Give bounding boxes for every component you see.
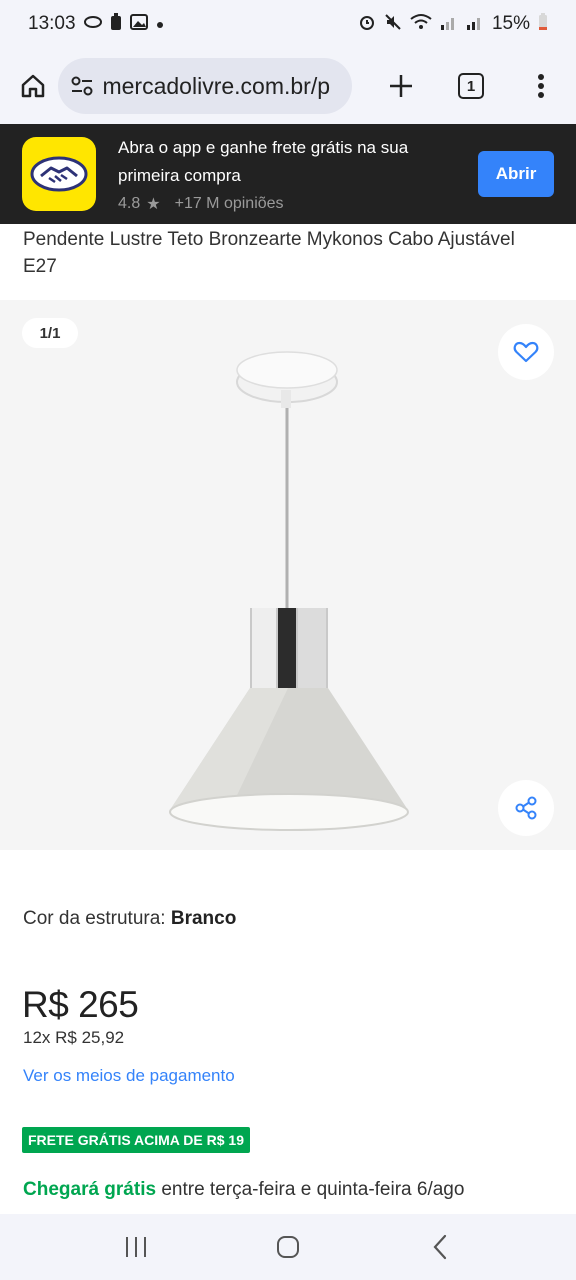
page: 13:03 15% mercadolivre.com.br/p 1 Abra o…: [0, 0, 576, 1280]
free-shipping-badge: FRETE GRÁTIS ACIMA DE R$ 19: [22, 1127, 250, 1153]
payment-methods-link[interactable]: Ver os meios de pagamento: [23, 1066, 235, 1086]
image-icon: [129, 14, 148, 34]
delivery-info: Chegará grátis entre terça-feira e quint…: [23, 1179, 464, 1201]
status-time: 13:03: [28, 13, 76, 34]
star-icon: ★: [146, 196, 161, 213]
app-rating: 4.8: [118, 195, 141, 212]
favorite-button[interactable]: [498, 324, 554, 380]
recent-apps-button[interactable]: [101, 1222, 171, 1272]
new-tab-button[interactable]: [366, 60, 436, 112]
delivery-text: entre terça-feira e quinta-feira 6/ago: [156, 1179, 465, 1200]
banner-meta: 4.8 ★ +17 M opiniões: [118, 194, 468, 214]
plus-icon: [390, 75, 412, 97]
image-counter: 1/1: [22, 318, 78, 348]
dot-icon: [156, 16, 164, 33]
more-vert-icon: [538, 74, 544, 98]
home-button[interactable]: [8, 60, 58, 112]
app-download-banner: Abra o app e ganhe frete grátis na sua p…: [0, 124, 576, 224]
whatsapp-icon: [83, 14, 102, 34]
variant-selector[interactable]: Cor da estrutura: Branco: [23, 908, 236, 930]
mute-icon: [384, 13, 402, 35]
battery-saver-icon: [110, 13, 122, 35]
home-icon: [21, 74, 45, 98]
battery-icon: [538, 13, 548, 35]
url-text: mercadolivre.com.br/p: [102, 72, 331, 99]
product-title: Pendente Lustre Teto Bronzearte Mykonos …: [23, 229, 515, 277]
battery-percent: 15%: [491, 13, 530, 34]
app-reviews: +17 M opiniões: [174, 195, 284, 212]
banner-text: Abra o app e ganhe frete grátis na sua p…: [118, 134, 468, 214]
status-left: 13:03: [28, 13, 164, 35]
home-nav-icon: [277, 1236, 299, 1258]
share-button[interactable]: [498, 780, 554, 836]
delivery-highlight: Chegará grátis: [23, 1179, 157, 1200]
mercadolivre-logo: [22, 137, 96, 211]
alarm-icon: [358, 13, 376, 35]
browser-toolbar: mercadolivre.com.br/p 1: [0, 48, 576, 124]
signal-icon: [440, 13, 458, 35]
back-button[interactable]: [405, 1222, 475, 1272]
variant-value: Branco: [170, 908, 237, 929]
installments: 12x R$ 25,92: [23, 1028, 125, 1047]
heart-icon: [513, 341, 539, 363]
share-icon: [515, 796, 537, 820]
status-right: 15%: [358, 13, 548, 35]
address-bar[interactable]: mercadolivre.com.br/p: [58, 58, 352, 114]
menu-button[interactable]: [506, 60, 576, 112]
banner-title: Abra o app e ganhe frete grátis na sua p…: [118, 138, 409, 185]
recent-apps-icon: [126, 1237, 146, 1257]
handshake-icon: [30, 156, 88, 192]
status-bar: 13:03 15%: [0, 0, 576, 48]
open-app-button[interactable]: Abrir: [478, 151, 554, 197]
system-nav-bar: [0, 1214, 576, 1280]
back-icon: [433, 1234, 447, 1260]
signal-icon: [466, 13, 484, 35]
browser-actions: 1: [366, 60, 576, 112]
product-image: [169, 351, 409, 831]
site-settings-icon[interactable]: [70, 75, 94, 97]
product-price: R$ 265: [22, 984, 139, 1025]
variant-label: Cor da estrutura:: [23, 908, 171, 929]
tab-count: 1: [458, 73, 484, 99]
wifi-icon: [410, 13, 432, 35]
tab-switcher-button[interactable]: 1: [436, 60, 506, 112]
home-nav-button[interactable]: [253, 1222, 323, 1272]
